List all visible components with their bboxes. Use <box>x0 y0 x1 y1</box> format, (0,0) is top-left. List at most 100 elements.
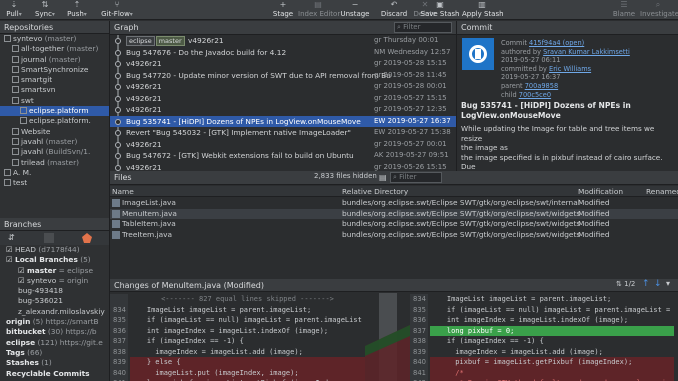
blame-button[interactable]: ☰ Blame <box>612 0 636 20</box>
branch-item[interactable]: origin (5) https://smartB <box>0 317 109 327</box>
branch-item[interactable]: bug-536021 <box>0 296 109 306</box>
checked-icon[interactable]: ☑ <box>18 266 25 275</box>
commit-subject: Bug 535741 - [HiDPI] Dozens of NPEs in L… <box>461 101 631 120</box>
branch-item[interactable]: Stashes (1) <box>0 358 109 368</box>
branch-item[interactable]: Tags (66) <box>0 348 109 358</box>
commit-row[interactable]: v4926r21 gr 2019-05-27 12:35 <box>110 104 456 116</box>
committer-link[interactable]: Eric Williams <box>549 65 591 73</box>
col-renamed[interactable]: Renamed <box>646 186 678 197</box>
repository-item[interactable]: javahl (BuildSvn/1. <box>0 147 109 157</box>
branch-item[interactable]: ☑ Local Branches (5) <box>0 255 109 265</box>
commit-row[interactable]: v4926r21 gr 2019-05-28 00:01 <box>110 81 456 93</box>
repo-icon <box>12 55 19 63</box>
author-date: 2019-05-27 06:11 <box>501 56 561 64</box>
branch-item[interactable]: Recyclable Commits <box>0 369 109 379</box>
apply-stash-icon: ▥ <box>478 0 486 9</box>
commit-row[interactable]: v4926r21 gr 2019-05-26 15:15 <box>110 162 456 171</box>
repo-icon <box>12 137 19 145</box>
index-editor-button[interactable]: ▤ Index Editor <box>298 0 340 20</box>
sort-icon[interactable]: ⇵ <box>8 233 15 242</box>
repository-item[interactable]: A. M. <box>0 168 109 178</box>
branch-item[interactable]: eclipse (121) https://git.e <box>0 338 109 348</box>
git-flow-button[interactable]: ⑂ Git-Flow▾ <box>100 0 134 20</box>
branch-item[interactable]: bug-493418 <box>0 286 109 296</box>
diff-line: imageIndex = imageList.add (image); <box>130 347 303 356</box>
files-table-header: Name Relative Directory Modification Ren… <box>110 186 678 197</box>
line-number: 839 <box>110 357 128 368</box>
investigate-button[interactable]: ⌕ Investigate <box>640 0 678 20</box>
files-filter-input[interactable]: ⌕ Filter <box>390 172 442 183</box>
col-name[interactable]: Name <box>112 186 134 197</box>
parent-link[interactable]: 700a9858 <box>525 82 558 90</box>
commit-node <box>115 61 121 67</box>
prev-change-button[interactable]: ↑ <box>642 279 650 289</box>
author-link[interactable]: Sravan Kumar Lakkimsetti <box>543 48 630 56</box>
line-number: 839 <box>410 346 428 357</box>
checked-icon[interactable]: ☑ <box>6 245 13 254</box>
commit-node <box>115 153 121 159</box>
commit-row[interactable]: Bug 547720 - Update minor version of SWT… <box>110 70 456 82</box>
file-row[interactable]: TableItem.java bundles/org.eclipse.swt/Ec… <box>110 219 678 230</box>
commit-row[interactable]: Bug 535741 - [HiDPI] Dozens of NPEs in L… <box>110 115 456 127</box>
repository-item[interactable]: all-together (master) <box>0 44 109 54</box>
apply-stash-button[interactable]: ▥ Apply Stash <box>462 0 504 20</box>
child-link[interactable]: 700c5ce0 <box>519 91 551 99</box>
repository-item[interactable]: smartsvn <box>0 85 109 95</box>
branch-item[interactable]: ☑ master = eclipse <box>0 266 109 276</box>
repository-item[interactable]: syntevo (master) <box>0 34 109 44</box>
repository-item[interactable]: test <box>0 178 109 188</box>
toggle-hidden-icon[interactable]: ▤ <box>379 173 387 182</box>
commit-row[interactable]: Bug 547672 - [GTK] Webkit extensions fai… <box>110 150 456 162</box>
branch-item[interactable]: ☑ HEAD (d7178f44) <box>0 245 109 255</box>
diff-line: if (imageIndex == -1) { <box>430 337 544 345</box>
repository-item[interactable]: javahl (master) <box>0 137 109 147</box>
next-change-button[interactable]: ↓ <box>654 279 662 289</box>
pull-button[interactable]: ⇣ Pull▾ <box>4 0 24 20</box>
repository-item[interactable]: eclipse.platform <box>0 106 109 117</box>
repository-item[interactable]: smartgit <box>0 75 109 85</box>
graph-filter-input[interactable]: ⌕ Filter <box>394 22 452 33</box>
unstage-button[interactable]: − Unstage <box>340 0 370 20</box>
checked-icon[interactable]: ☑ <box>6 255 13 264</box>
repository-item[interactable]: Website <box>0 127 109 137</box>
commit-hash-link[interactable]: 415f94a4 (open) <box>529 39 584 47</box>
repository-item[interactable]: swt <box>0 96 109 106</box>
repository-item[interactable]: SmartSynchronize <box>0 65 109 75</box>
branch-item[interactable]: ☑ syntevo = origin <box>0 276 109 286</box>
save-stash-button[interactable]: ▣ Save Stash <box>420 0 460 20</box>
file-row[interactable]: TreeItem.java bundles/org.eclipse.swt/Ecl… <box>110 230 678 241</box>
col-modification[interactable]: Modification <box>578 186 623 197</box>
line-number: 840 <box>110 367 128 378</box>
repositories-header: Repositories <box>0 21 109 34</box>
checked-icon[interactable]: ☑ <box>18 276 25 285</box>
branch-filter-icon[interactable] <box>44 233 54 243</box>
discard-button[interactable]: ↶ Discard <box>380 0 408 20</box>
file-row[interactable]: MenuItem.java bundles/org.eclipse.swt/Ecl… <box>110 208 678 219</box>
folder-icon <box>4 168 11 176</box>
gitlab-icon[interactable] <box>82 233 92 243</box>
commit-node <box>115 164 121 171</box>
index-editor-icon: ▤ <box>314 0 322 9</box>
commit-row[interactable]: eclipse master v4926r21 gr Thursday 00:01 <box>110 35 456 47</box>
repository-item[interactable]: journal (master) <box>0 55 109 65</box>
sync-button[interactable]: ⇅ Sync▾ <box>34 0 56 20</box>
branch-tag: eclipse <box>126 36 155 46</box>
line-number: 840 <box>410 357 428 368</box>
diff-line: if (imageList == null) imageList = paren… <box>430 305 674 314</box>
push-button[interactable]: ⇡ Push▾ <box>66 0 88 20</box>
repository-item[interactable]: eclipse.platform. <box>0 116 109 126</box>
commit-row[interactable]: Revert "Bug 545032 - [GTK] Implement nat… <box>110 127 456 139</box>
commit-row[interactable]: v4926r21 gr 2019-05-27 00:01 <box>110 139 456 151</box>
commit-row[interactable]: v4926r21 gr 2019-05-27 15:15 <box>110 93 456 105</box>
commit-row[interactable]: v4926r21 gr 2019-05-28 15:15 <box>110 58 456 70</box>
repository-item[interactable]: trilead (master) <box>0 158 109 168</box>
stage-button[interactable]: + Stage <box>272 0 294 20</box>
commit-node <box>115 107 121 113</box>
file-row[interactable]: ImageList.java bundles/org.eclipse.swt/Ec… <box>110 198 678 209</box>
branch-item[interactable]: z_alexandr.miloslavskiy <box>0 307 109 317</box>
diff-menu-icon[interactable]: ▾ <box>666 279 670 288</box>
commit-row[interactable]: Bug 547676 - Do the Javadoc build for 4.… <box>110 47 456 59</box>
col-relative-directory[interactable]: Relative Directory <box>342 186 408 197</box>
branch-tree: ☑ HEAD (d7178f44) ☑ Local Branches (5) ☑ m… <box>0 245 109 379</box>
branch-item[interactable]: bitbucket (30) https://b <box>0 327 109 337</box>
